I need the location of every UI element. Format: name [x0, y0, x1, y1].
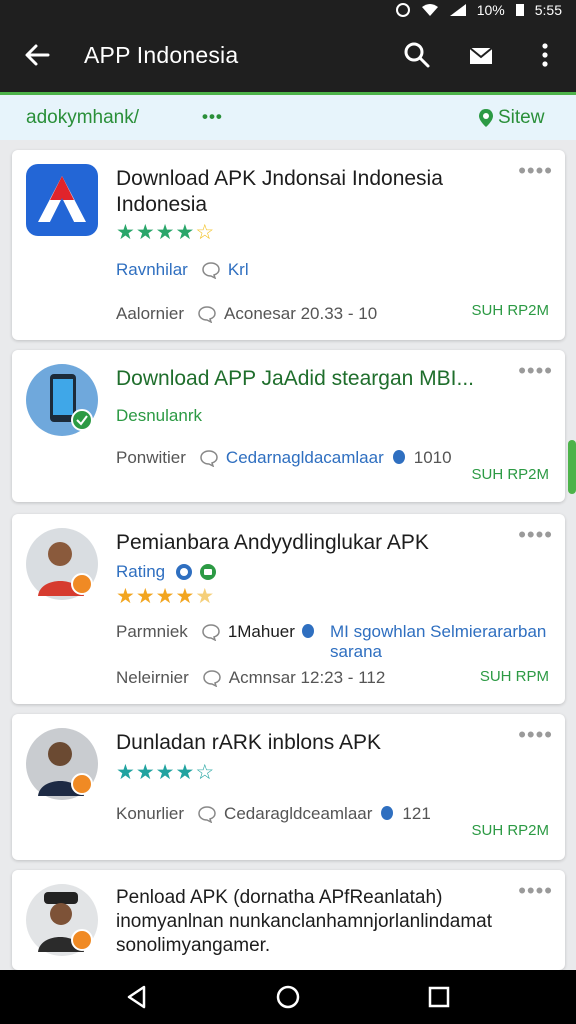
chat-bubble-icon — [198, 306, 216, 323]
clock: 5:55 — [534, 2, 562, 18]
overflow-menu-icon[interactable]: •••• — [518, 158, 553, 184]
rating-stars: ★★★★☆ — [116, 221, 216, 244]
site-label: Sitew — [498, 107, 545, 128]
meta-row: Konurlier Cedaragldceamlaar 121 — [116, 804, 431, 824]
sum-label: SUH RP2M — [471, 466, 549, 483]
meta-row: Aalornier Aconesar 20.33 - 10 — [116, 304, 377, 324]
more-vert-icon[interactable] — [530, 40, 560, 70]
sum-label: SUH RPM — [479, 668, 549, 685]
overflow-menu-icon[interactable]: •••• — [518, 358, 553, 384]
system-nav-bar — [0, 970, 576, 1024]
user-avatar-icon — [26, 728, 98, 800]
item-title[interactable]: Pemianbara Andyydlinglukar APK — [116, 530, 526, 556]
battery-icon — [515, 4, 524, 16]
verified-icon — [301, 624, 314, 638]
info-pin-icon — [392, 450, 405, 464]
list-item[interactable]: Penload APK (dornatha APfReanlatah) inom… — [12, 870, 565, 970]
meta-label: Konurlier — [116, 804, 185, 823]
meta-value: Acmnsar 12:23 - 112 — [228, 668, 386, 687]
info-pin-icon — [381, 806, 394, 820]
meta-value: Aconesar 20.33 - 10 — [224, 304, 378, 323]
search-icon[interactable] — [402, 40, 432, 70]
share-icon[interactable] — [466, 40, 496, 70]
page-title: APP Indonesia — [84, 42, 239, 68]
item-title[interactable]: Penload APK (dornatha APfReanlatah) inom… — [116, 886, 516, 958]
meta-count: 121 — [402, 804, 431, 823]
site-link[interactable]: Sitew — [478, 107, 544, 129]
overflow-menu-icon[interactable]: •••• — [518, 722, 553, 748]
info-row: Ravnhilar Krl — [116, 260, 249, 280]
user-avatar-icon — [26, 884, 98, 956]
overflow-menu-icon[interactable]: •••• — [518, 522, 553, 548]
meta-label: Ponwitier — [116, 448, 186, 467]
item-title[interactable]: Download APK Jndonsai Indonesia Indonesi… — [116, 166, 526, 218]
scrollbar[interactable] — [568, 440, 576, 494]
signal-icon — [449, 4, 466, 16]
item-title[interactable]: Download APP JaAdid steargan MBI... — [116, 366, 526, 392]
sync-icon — [395, 3, 410, 17]
sum-label: SUH RP2M — [471, 822, 549, 839]
badge-row: Rating — [116, 562, 217, 582]
meta-label: Aalornier — [116, 304, 185, 323]
chat-bubble-icon — [200, 450, 218, 467]
info-value: Krl — [227, 260, 249, 279]
rating-stars: ★★★★☆ — [116, 761, 216, 784]
info-description: MI sgowhlan Selmierararban sarana — [330, 622, 547, 661]
user-avatar-icon — [26, 528, 98, 600]
more-dots[interactable]: ••• — [202, 107, 223, 127]
list-item[interactable]: Download APK Jndonsai Indonesia Indonesi… — [12, 150, 565, 340]
meta-value: Cedarnagldacamlaar — [225, 448, 384, 467]
meta-label: Neleirnier — [116, 668, 189, 687]
chat-bubble-icon — [202, 670, 221, 687]
chat-bubble-icon — [202, 624, 220, 641]
rating-stars: ★★★★★ — [116, 585, 216, 608]
url-bar[interactable]: adokymhank/ ••• Sitew — [0, 92, 576, 140]
app-bar: APP Indonesia — [0, 22, 576, 92]
location-pin-icon — [479, 109, 493, 127]
list-item[interactable]: Dunladan rARK inblons APK •••• ★★★★☆ Kon… — [12, 714, 565, 860]
wifi-icon — [421, 4, 438, 16]
sum-label: SUH RP2M — [471, 302, 549, 319]
meta-row: Ponwitier Cedarnagldacamlaar 1010 — [116, 448, 452, 468]
info-label: Ravnhilar — [116, 260, 188, 279]
check-badge-icon — [176, 564, 193, 580]
url-text[interactable]: adokymhank/ — [26, 107, 139, 129]
status-bar: 10% 5:55 — [0, 0, 576, 22]
app-logo-icon — [26, 164, 98, 236]
meta-value: Cedaragldceamlaar — [224, 804, 373, 823]
home-nav-icon[interactable] — [275, 984, 301, 1010]
battery-level: 10% — [476, 2, 505, 18]
info-value: 1Mahuer — [227, 622, 295, 641]
item-subtitle: Desnulanrk — [116, 406, 202, 425]
item-title[interactable]: Dunladan rARK inblons APK — [116, 730, 526, 756]
chat-bubble-icon — [202, 262, 220, 279]
overflow-menu-icon[interactable]: •••• — [518, 878, 553, 904]
meta-count: 1010 — [413, 448, 452, 467]
meta-row: Neleirnier Acmnsar 12:23 - 112 — [116, 668, 385, 688]
message-badge-icon — [200, 564, 217, 580]
rating-badge: Rating — [116, 562, 166, 581]
back-arrow-icon[interactable] — [22, 40, 52, 70]
back-nav-icon[interactable] — [124, 984, 150, 1010]
recents-nav-icon[interactable] — [426, 984, 452, 1010]
chat-bubble-icon — [198, 806, 216, 823]
list-item[interactable]: Download APP JaAdid steargan MBI... ••••… — [12, 350, 565, 502]
info-row: Parmniek 1Mahuer — [116, 622, 321, 642]
info-label: Parmniek — [116, 622, 188, 641]
list-item[interactable]: Pemianbara Andyydlinglukar APK •••• Rati… — [12, 514, 565, 704]
phone-avatar-icon — [26, 364, 98, 436]
